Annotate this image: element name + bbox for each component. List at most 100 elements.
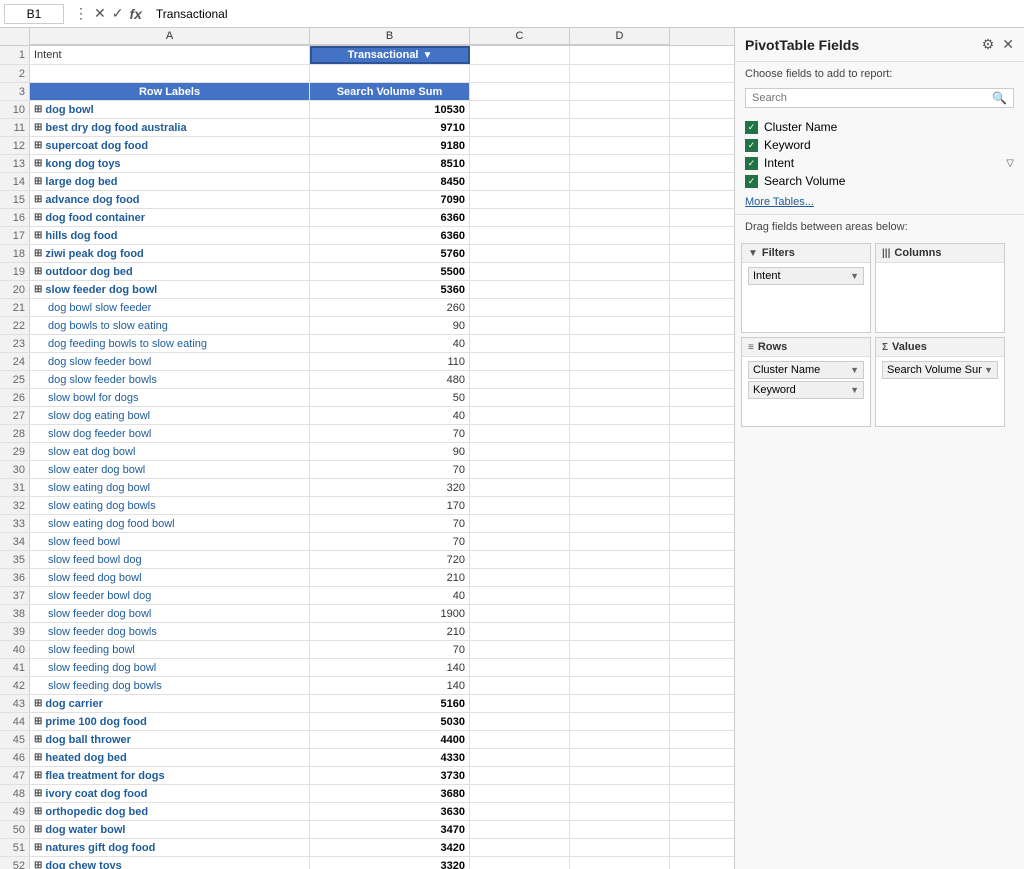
cell-d[interactable]	[570, 731, 670, 748]
cell-b[interactable]: 210	[310, 569, 470, 586]
cell-a[interactable]: ⊞outdoor dog bed	[30, 263, 310, 280]
cell-c[interactable]	[470, 857, 570, 869]
cell-d[interactable]	[570, 371, 670, 388]
cell-b[interactable]: 3320	[310, 857, 470, 869]
area-chip-select[interactable]: Search Volume Sum	[887, 364, 982, 376]
cell-c[interactable]	[470, 46, 570, 64]
col-header-c[interactable]: C	[470, 28, 570, 45]
cell-d[interactable]	[570, 569, 670, 586]
cell-c[interactable]	[470, 101, 570, 118]
cell-d[interactable]	[570, 605, 670, 622]
cell-d[interactable]	[570, 191, 670, 208]
cell-b[interactable]: 4400	[310, 731, 470, 748]
cell-b[interactable]: 8450	[310, 173, 470, 190]
field-checkbox[interactable]: ✓	[745, 121, 758, 134]
table-row[interactable]: 30 slow eater dog bowl 70	[0, 461, 734, 479]
cell-c[interactable]	[470, 803, 570, 820]
table-row[interactable]: 47 ⊞flea treatment for dogs 3730	[0, 767, 734, 785]
expand-icon[interactable]: ⊞	[34, 248, 42, 259]
cell-d[interactable]	[570, 407, 670, 424]
expand-icon[interactable]: ⊞	[34, 104, 42, 115]
table-row[interactable]: 11 ⊞best dry dog food australia 9710	[0, 119, 734, 137]
cell-a[interactable]: ⊞dog ball thrower	[30, 731, 310, 748]
table-row[interactable]: 21 dog bowl slow feeder 260	[0, 299, 734, 317]
cell-c[interactable]	[470, 155, 570, 172]
cell-b[interactable]: 6360	[310, 227, 470, 244]
cell-b[interactable]: 210	[310, 623, 470, 640]
expand-icon[interactable]: ⊞	[34, 176, 42, 187]
cell-c[interactable]	[470, 659, 570, 676]
cell-a[interactable]: dog feeding bowls to slow eating	[30, 335, 310, 352]
cell-b[interactable]: 8510	[310, 155, 470, 172]
table-row[interactable]: 25 dog slow feeder bowls 480	[0, 371, 734, 389]
cell-d[interactable]	[570, 515, 670, 532]
cell-b[interactable]: 9710	[310, 119, 470, 136]
cell-a[interactable]: dog bowls to slow eating	[30, 317, 310, 334]
cell-d[interactable]	[570, 479, 670, 496]
cell-d[interactable]	[570, 785, 670, 802]
expand-icon[interactable]: ⊞	[34, 842, 42, 853]
cell-b[interactable]: 70	[310, 641, 470, 658]
cell-a[interactable]: dog bowl slow feeder	[30, 299, 310, 316]
cell-c[interactable]	[470, 623, 570, 640]
cell-a[interactable]: slow feeder bowl dog	[30, 587, 310, 604]
cell-d[interactable]	[570, 461, 670, 478]
area-chip[interactable]: Cluster Name ▼	[748, 361, 864, 379]
pivot-search-box[interactable]: 🔍	[745, 88, 1014, 108]
cell-b[interactable]: 3730	[310, 767, 470, 784]
cell-c[interactable]	[470, 731, 570, 748]
cell-a[interactable]: ⊞orthopedic dog bed	[30, 803, 310, 820]
cell-d[interactable]	[570, 749, 670, 766]
cell-b[interactable]: 7090	[310, 191, 470, 208]
cell-d[interactable]	[570, 533, 670, 550]
cell-b[interactable]: 720	[310, 551, 470, 568]
cell-c[interactable]	[470, 173, 570, 190]
table-row[interactable]: 46 ⊞heated dog bed 4330	[0, 749, 734, 767]
cell-b[interactable]: 40	[310, 407, 470, 424]
table-row[interactable]: 27 slow dog eating bowl 40	[0, 407, 734, 425]
cell-b[interactable]: 5500	[310, 263, 470, 280]
pivot-area-columns[interactable]: ||| Columns	[875, 243, 1005, 333]
cell-b[interactable]	[310, 65, 470, 82]
field-item[interactable]: ✓ Search Volume	[745, 172, 1014, 190]
cell-d[interactable]	[570, 767, 670, 784]
cell-b[interactable]: 70	[310, 533, 470, 550]
table-row[interactable]: 35 slow feed bowl dog 720	[0, 551, 734, 569]
cell-c[interactable]	[470, 371, 570, 388]
cell-c[interactable]	[470, 767, 570, 784]
cell-c[interactable]	[470, 839, 570, 856]
pivot-area-content[interactable]: Search Volume Sum ▼	[876, 357, 1004, 426]
data-area[interactable]: 1 Intent Transactional▼ 2 3 Row Labels S…	[0, 46, 734, 869]
cell-c[interactable]	[470, 821, 570, 838]
field-checkbox[interactable]: ✓	[745, 139, 758, 152]
cell-d[interactable]	[570, 803, 670, 820]
cell-a[interactable]: Row Labels	[30, 83, 310, 100]
cell-a[interactable]: ⊞dog carrier	[30, 695, 310, 712]
pivot-close-icon[interactable]: ✕	[1002, 36, 1014, 53]
table-row[interactable]: 48 ⊞ivory coat dog food 3680	[0, 785, 734, 803]
expand-icon[interactable]: ⊞	[34, 788, 42, 799]
cell-b[interactable]: 70	[310, 515, 470, 532]
expand-icon[interactable]: ⊞	[34, 824, 42, 835]
table-row[interactable]: 18 ⊞ziwi peak dog food 5760	[0, 245, 734, 263]
cell-a[interactable]: slow feeding dog bowls	[30, 677, 310, 694]
cell-b[interactable]: 50	[310, 389, 470, 406]
cell-a[interactable]: dog slow feeder bowl	[30, 353, 310, 370]
cell-c[interactable]	[470, 317, 570, 334]
cell-d[interactable]	[570, 263, 670, 280]
cell-a[interactable]	[30, 65, 310, 82]
pivot-area-content[interactable]: Intent ▼	[742, 263, 870, 332]
cell-b[interactable]: 170	[310, 497, 470, 514]
cell-a[interactable]: ⊞ziwi peak dog food	[30, 245, 310, 262]
cell-b[interactable]: 90	[310, 317, 470, 334]
filter-icon[interactable]: ▼	[423, 50, 433, 61]
cell-d[interactable]	[570, 335, 670, 352]
area-chip[interactable]: Intent ▼	[748, 267, 864, 285]
cell-a[interactable]: slow dog eating bowl	[30, 407, 310, 424]
cell-b[interactable]: Transactional▼	[310, 46, 470, 64]
cell-c[interactable]	[470, 515, 570, 532]
cell-a[interactable]: ⊞advance dog food	[30, 191, 310, 208]
cell-c[interactable]	[470, 137, 570, 154]
cell-c[interactable]	[470, 119, 570, 136]
pivot-area-filters[interactable]: ▼ Filters Intent ▼	[741, 243, 871, 333]
